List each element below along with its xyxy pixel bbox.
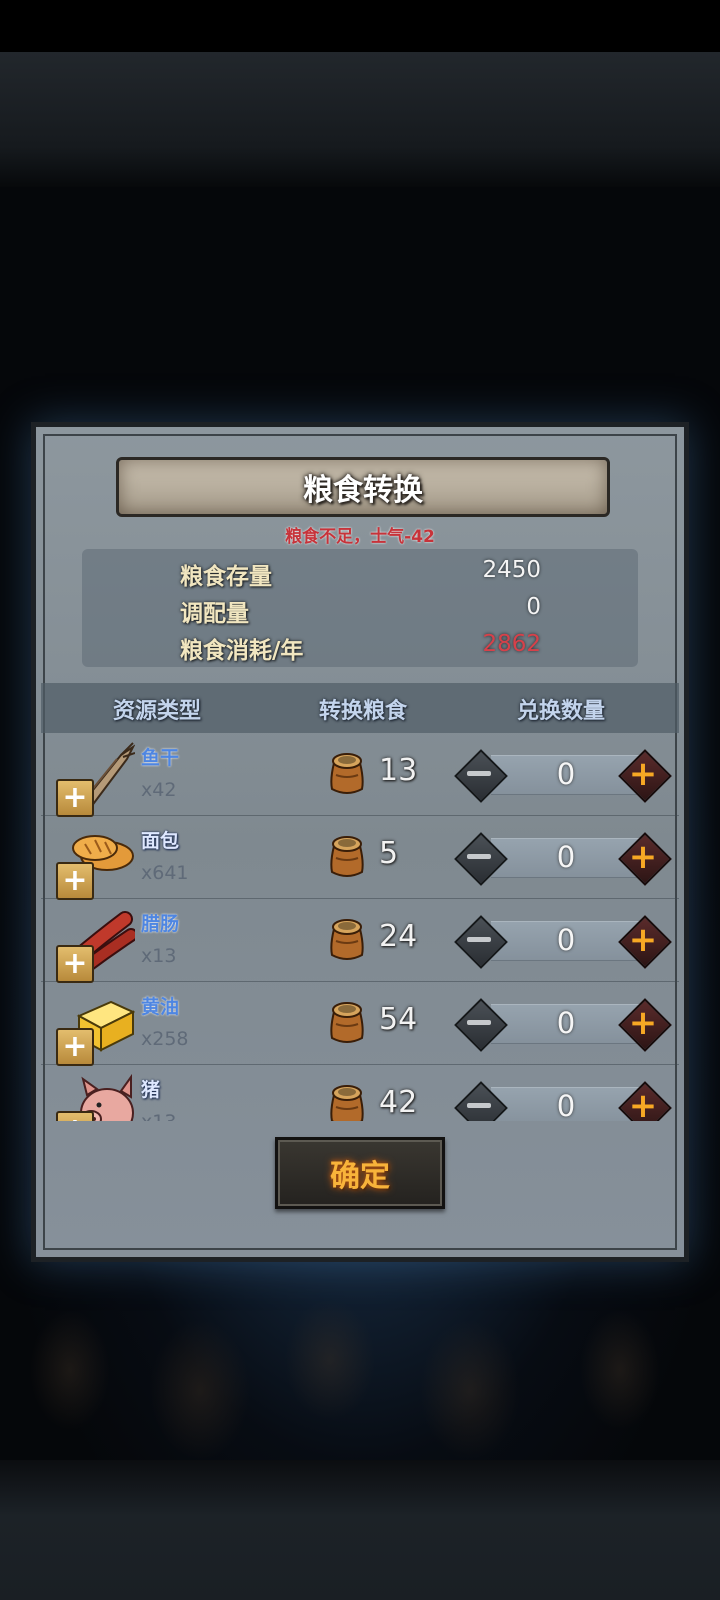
stat-value: 0 bbox=[526, 594, 541, 620]
item-count: x641 bbox=[141, 862, 189, 884]
status-bar bbox=[0, 0, 720, 52]
item-count: x13 bbox=[141, 1111, 176, 1121]
grain-sack-icon bbox=[330, 919, 364, 960]
dialog-title: 粮食转换 bbox=[303, 473, 423, 508]
minus-icon bbox=[454, 832, 508, 886]
stat-value: 2862 bbox=[482, 631, 541, 657]
minus-glyph bbox=[467, 854, 491, 859]
list-item: + 猪 x13 42 0 + bbox=[41, 1065, 679, 1121]
stat-row-stock: 粮食存量 2450 bbox=[82, 557, 638, 593]
item-list[interactable]: + 鱼干 x42 13 0 + + 面包 x641 5 0 + + 腊肠 x13… bbox=[41, 733, 679, 1121]
minus-icon bbox=[454, 998, 508, 1052]
item-count: x258 bbox=[141, 1028, 189, 1050]
item-count: x42 bbox=[141, 779, 177, 801]
plus-glyph: + bbox=[628, 837, 658, 877]
grain-value: 13 bbox=[379, 753, 418, 788]
add-sausage-button[interactable]: + bbox=[56, 945, 94, 983]
plus-glyph: + bbox=[628, 920, 658, 960]
stat-label: 粮食消耗/年 bbox=[180, 638, 304, 664]
grain-value: 24 bbox=[379, 919, 418, 954]
add-butter-button[interactable]: + bbox=[56, 1028, 94, 1066]
item-name: 鱼干 bbox=[141, 747, 180, 769]
background-top bbox=[0, 52, 720, 187]
decrease-button[interactable] bbox=[454, 915, 508, 969]
grain-sack-icon bbox=[330, 836, 364, 877]
stat-row-consumption: 粮食消耗/年 2862 bbox=[82, 631, 638, 667]
stat-label: 粮食存量 bbox=[180, 564, 272, 590]
minus-icon bbox=[454, 1081, 508, 1121]
list-item: + 黄油 x258 54 0 + bbox=[41, 982, 679, 1066]
item-name: 猪 bbox=[141, 1079, 161, 1101]
column-headers: 资源类型 转换粮食 兑换数量 bbox=[41, 683, 679, 733]
decrease-button[interactable] bbox=[454, 749, 508, 803]
warning-text: 粮食不足，士气-42 bbox=[285, 527, 435, 547]
grain-value: 42 bbox=[379, 1085, 418, 1120]
confirm-button[interactable]: 确定 bbox=[275, 1137, 445, 1209]
minus-icon bbox=[454, 915, 508, 969]
background-bottom bbox=[0, 1460, 720, 1600]
plus-glyph: + bbox=[628, 754, 658, 794]
column-resource-type: 资源类型 bbox=[112, 699, 202, 724]
minus-glyph bbox=[467, 771, 491, 776]
item-name: 黄油 bbox=[141, 996, 180, 1018]
plus-glyph: + bbox=[628, 1086, 658, 1121]
grain-value: 5 bbox=[379, 836, 399, 871]
add-pig-button[interactable]: + bbox=[56, 1111, 94, 1121]
confirm-label: 确定 bbox=[330, 1159, 390, 1194]
list-item: + 面包 x641 5 0 + bbox=[41, 816, 679, 900]
background-crowd bbox=[0, 1250, 720, 1460]
increase-button[interactable]: + bbox=[618, 915, 672, 969]
item-count: x13 bbox=[141, 945, 177, 967]
decrease-button[interactable] bbox=[454, 998, 508, 1052]
item-name: 腊肠 bbox=[141, 913, 180, 935]
add-bread-button[interactable]: + bbox=[56, 862, 94, 900]
grain-sack-icon bbox=[330, 753, 364, 794]
minus-icon bbox=[454, 749, 508, 803]
grain-value: 54 bbox=[379, 1002, 418, 1037]
grain-conversion-dialog: 粮食转换 粮食不足，士气-42 粮食存量 2450 调配量 0 粮食消耗/年 2… bbox=[31, 422, 689, 1262]
minus-glyph bbox=[467, 937, 491, 942]
grain-sack-icon bbox=[330, 1002, 364, 1043]
list-item: + 鱼干 x42 13 0 + bbox=[41, 733, 679, 817]
title-banner: 粮食转换 bbox=[116, 457, 610, 517]
stat-row-allocation: 调配量 0 bbox=[82, 594, 638, 630]
column-convert-grain: 转换粮食 bbox=[318, 699, 408, 724]
plus-glyph: + bbox=[628, 1003, 658, 1043]
grain-sack-icon bbox=[330, 1085, 364, 1121]
stats-box: 粮食存量 2450 调配量 0 粮食消耗/年 2862 bbox=[82, 549, 638, 667]
increase-button[interactable]: + bbox=[618, 749, 672, 803]
decrease-button[interactable] bbox=[454, 832, 508, 886]
increase-button[interactable]: + bbox=[618, 1081, 672, 1121]
list-item: + 腊肠 x13 24 0 + bbox=[41, 899, 679, 983]
minus-glyph bbox=[467, 1020, 491, 1025]
decrease-button[interactable] bbox=[454, 1081, 508, 1121]
increase-button[interactable]: + bbox=[618, 832, 672, 886]
minus-glyph bbox=[467, 1103, 491, 1108]
stat-label: 调配量 bbox=[180, 601, 249, 627]
stat-value: 2450 bbox=[482, 557, 541, 583]
increase-button[interactable]: + bbox=[618, 998, 672, 1052]
column-exchange-qty: 兑换数量 bbox=[516, 699, 606, 724]
add-fish-button[interactable]: + bbox=[56, 779, 94, 817]
item-name: 面包 bbox=[141, 830, 180, 852]
